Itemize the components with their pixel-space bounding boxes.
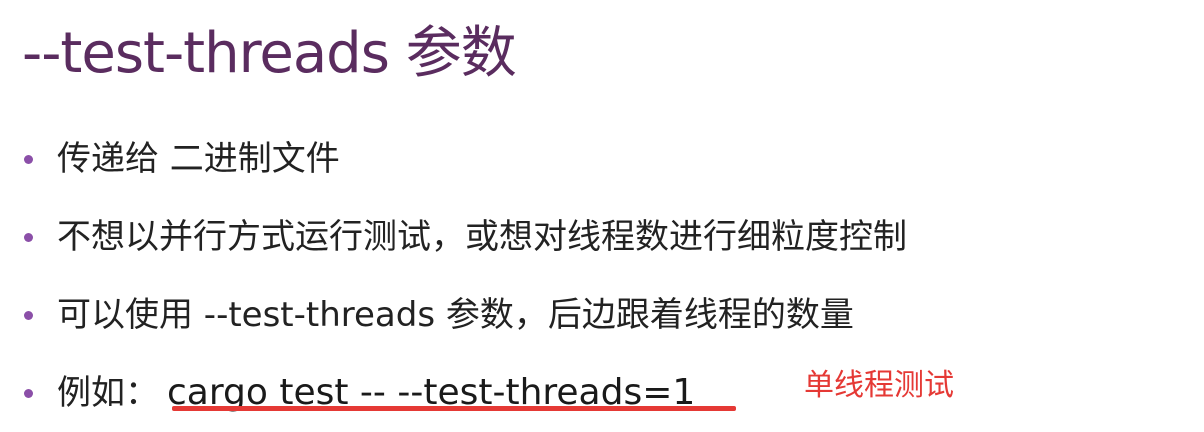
- bullet-dot-icon: [24, 232, 33, 242]
- bullet-item: 例如： cargo test -- --test-threads=1: [18, 354, 907, 432]
- red-underline: [172, 406, 736, 411]
- slide: --test-threads 参数 传递给 二进制文件 不想以并行方式运行测试，…: [0, 0, 1204, 432]
- annotation-label: 单线程测试: [804, 368, 954, 403]
- bullet-dot-icon: [24, 154, 33, 164]
- bullet-text: 不想以并行方式运行测试，或想对线程数进行细粒度控制: [57, 217, 907, 257]
- bullet-list: 传递给 二进制文件 不想以并行方式运行测试，或想对线程数进行细粒度控制 可以使用…: [18, 120, 907, 432]
- bullet-text: 例如：: [57, 373, 159, 413]
- bullet-item: 不想以并行方式运行测试，或想对线程数进行细粒度控制: [18, 198, 907, 276]
- bullet-text: 传递给 二进制文件: [57, 139, 340, 179]
- bullet-dot-icon: [24, 388, 33, 398]
- bullet-item: 可以使用 --test-threads 参数，后边跟着线程的数量: [18, 276, 907, 354]
- bullet-item: 传递给 二进制文件: [18, 120, 907, 198]
- bullet-dot-icon: [24, 310, 33, 320]
- bullet-text: 可以使用 --test-threads 参数，后边跟着线程的数量: [57, 295, 854, 335]
- slide-title: --test-threads 参数: [22, 21, 517, 86]
